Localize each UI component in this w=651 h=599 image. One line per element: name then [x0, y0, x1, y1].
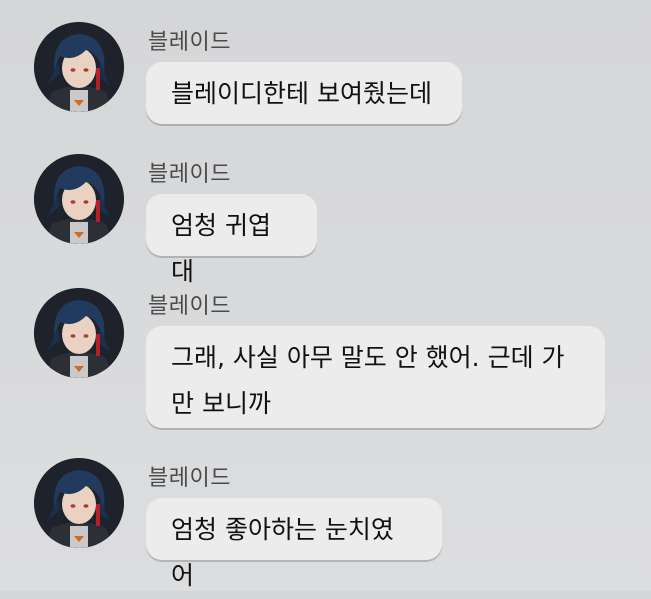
- sender-name: 블레이드: [148, 162, 231, 187]
- message-bubble[interactable]: 엄청 좋아하는 눈치였어: [146, 498, 442, 590]
- sender-name: 블레이드: [148, 30, 231, 55]
- sender-name: 블레이드: [148, 294, 231, 319]
- sender-avatar[interactable]: [34, 288, 124, 378]
- character-avatar-icon: [34, 22, 124, 112]
- sender-avatar[interactable]: [34, 458, 124, 548]
- sender-avatar[interactable]: [34, 154, 124, 244]
- character-avatar-icon: [34, 288, 124, 378]
- character-avatar-icon: [34, 458, 124, 548]
- message-bubble[interactable]: 그래, 사실 아무 말도 안 했어. 근데 가만 보니까: [146, 326, 605, 428]
- message-bubble[interactable]: 블레이디한테 보여줬는데: [146, 62, 462, 124]
- character-avatar-icon: [34, 154, 124, 244]
- message-bubble[interactable]: 엄청 귀엽대: [146, 194, 317, 286]
- sender-avatar[interactable]: [34, 22, 124, 112]
- sender-name: 블레이드: [148, 466, 231, 491]
